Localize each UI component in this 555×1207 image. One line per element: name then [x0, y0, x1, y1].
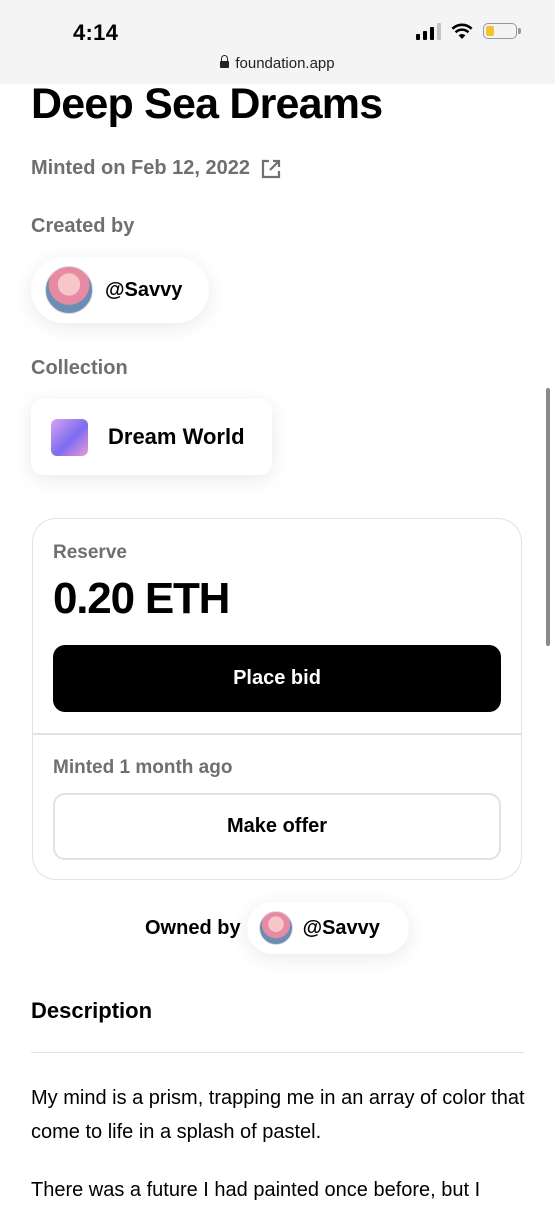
status-time: 4:14: [73, 20, 119, 45]
lock-icon: [220, 55, 230, 68]
address-bar[interactable]: foundation.app: [0, 55, 555, 72]
artwork-title: Deep Sea Dreams: [31, 80, 383, 128]
collection-label: Collection: [31, 357, 128, 379]
owned-by-row: Owned by @Savvy: [145, 902, 409, 954]
minted-date-text: Minted on Feb 12, 2022: [31, 157, 250, 179]
status-icons: [416, 22, 521, 40]
owner-avatar: [258, 911, 293, 945]
wifi-icon: [451, 23, 473, 39]
description-paragraph: There was a future I had painted once be…: [31, 1179, 481, 1201]
minted-date-link[interactable]: Minted on Feb 12, 2022: [31, 157, 282, 180]
creator-avatar: [45, 266, 93, 314]
status-bar: 4:14 foundation.app: [0, 0, 555, 84]
auction-card: Reserve 0.20 ETH Place bid Minted 1 mont…: [32, 518, 522, 880]
owned-by-label: Owned by: [145, 916, 241, 939]
external-link-icon: [261, 159, 281, 178]
cellular-signal-icon: [416, 22, 441, 40]
owner-handle: @Savvy: [302, 916, 380, 939]
scrollbar[interactable]: [546, 388, 550, 646]
created-by-label: Created by: [31, 215, 135, 237]
description-heading: Description: [31, 998, 153, 1023]
place-bid-button[interactable]: Place bid: [53, 645, 501, 712]
collection-name: Dream World: [108, 424, 245, 449]
url-text: foundation.app: [235, 55, 335, 72]
description-divider: [31, 1052, 524, 1053]
owner-pill[interactable]: @Savvy: [246, 902, 409, 954]
card-divider: [33, 733, 521, 735]
description-paragraph: My mind is a prism, trapping me in an ar…: [31, 1087, 525, 1143]
make-offer-button[interactable]: Make offer: [53, 793, 501, 860]
minted-ago-text: Minted 1 month ago: [53, 757, 233, 778]
creator-pill[interactable]: @Savvy: [31, 257, 209, 323]
collection-thumbnail: [51, 418, 88, 456]
battery-icon: [483, 23, 521, 39]
reserve-price: 0.20 ETH: [53, 574, 230, 623]
creator-handle: @Savvy: [105, 278, 183, 301]
reserve-label: Reserve: [53, 542, 127, 563]
collection-card[interactable]: Dream World: [31, 399, 272, 475]
